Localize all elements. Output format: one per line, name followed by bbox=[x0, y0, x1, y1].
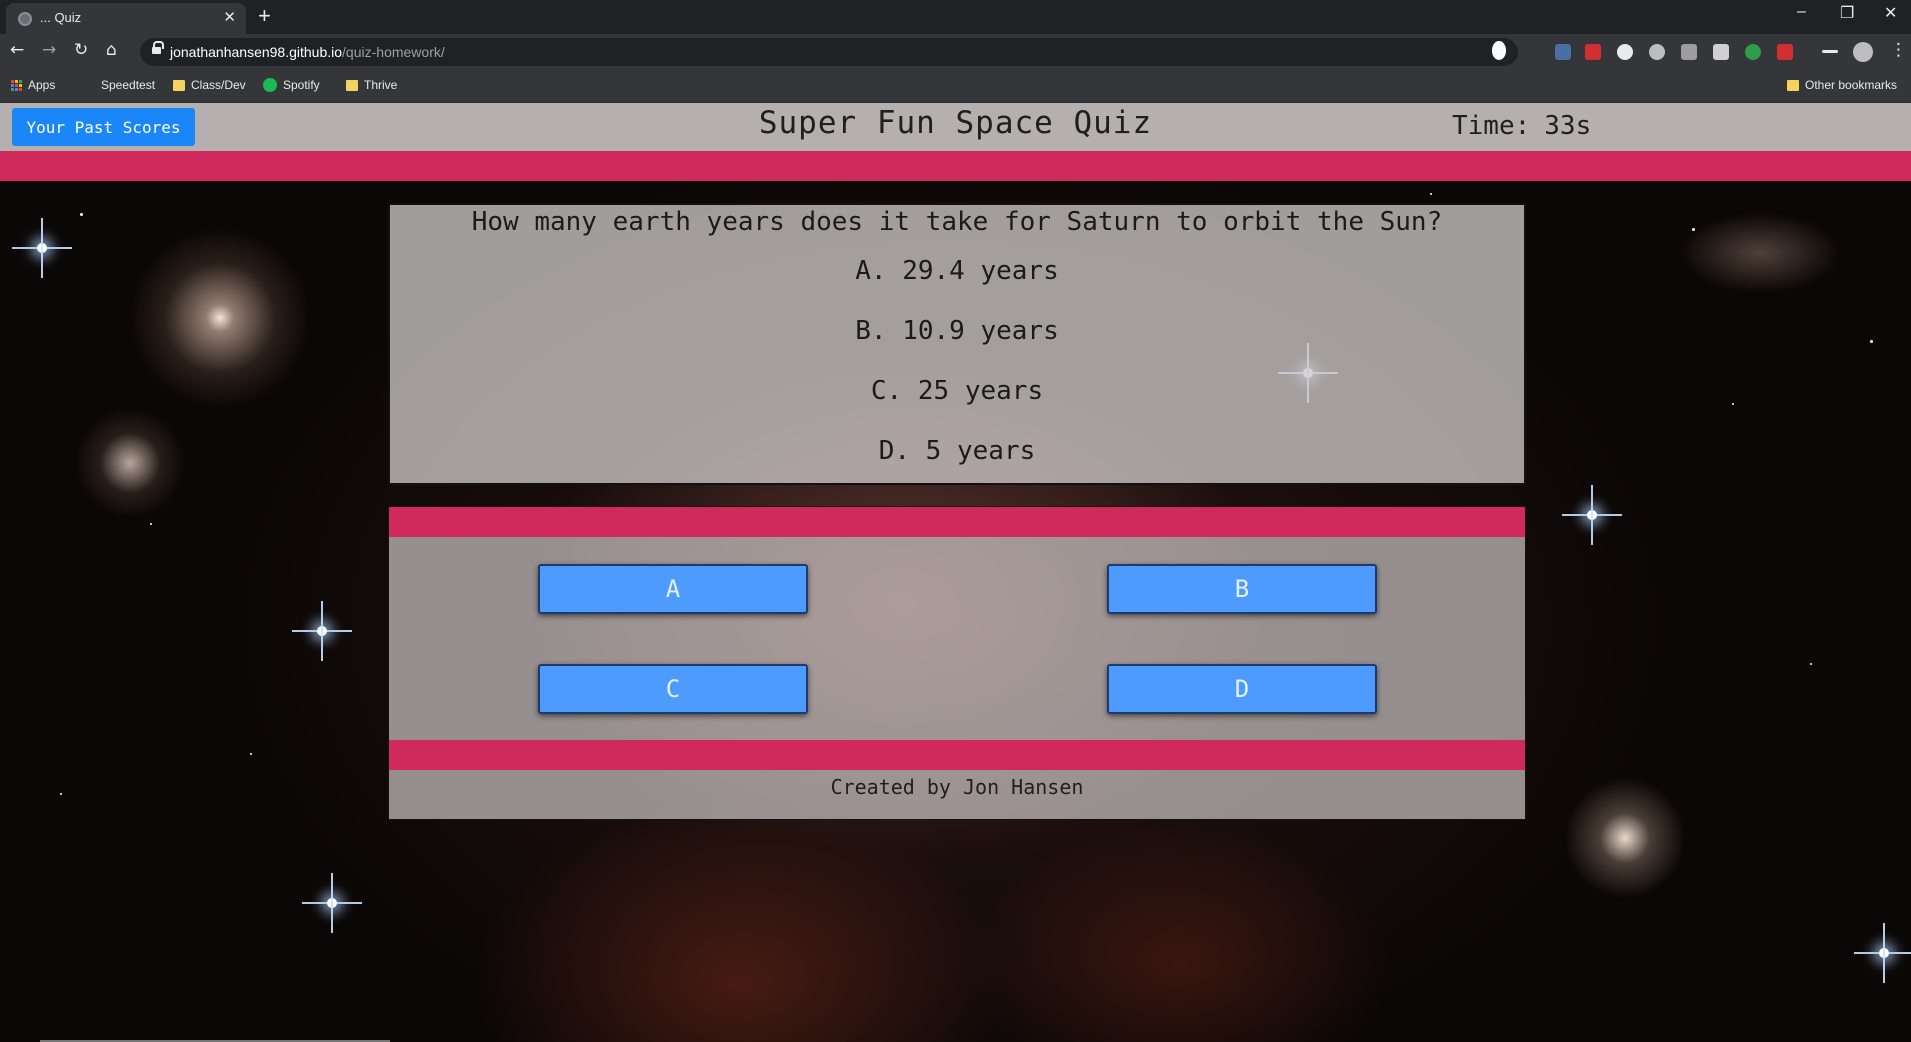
bookmark-class-dev[interactable]: Class/Dev bbox=[173, 78, 246, 92]
star-decoration bbox=[1810, 663, 1812, 665]
media-queue-icon[interactable] bbox=[1822, 50, 1838, 53]
star-decoration bbox=[80, 213, 83, 216]
spotify-icon bbox=[263, 78, 277, 92]
back-icon[interactable]: ← bbox=[10, 40, 24, 60]
question-card: How many earth years does it take for Sa… bbox=[388, 203, 1526, 485]
answer-card: A B C D Created by Jon Hansen bbox=[388, 506, 1526, 820]
restore-icon[interactable]: ❐ bbox=[1840, 3, 1854, 23]
extension-square-icon[interactable] bbox=[1681, 44, 1697, 60]
answer-d-button[interactable]: D bbox=[1107, 664, 1377, 714]
page-background: Your Past Scores Super Fun Space Quiz Ti… bbox=[0, 103, 1911, 1042]
extension-doc-icon[interactable] bbox=[1713, 44, 1729, 60]
browser-tab[interactable]: ... Quiz ✕ bbox=[6, 3, 246, 34]
minimize-icon[interactable]: – bbox=[1797, 3, 1806, 21]
answer-bottom-stripe bbox=[389, 740, 1525, 770]
bookmarks-bar: Apps Speedtest Class/Dev Spotify Thrive … bbox=[0, 70, 1911, 103]
bookmark-speedtest[interactable]: Speedtest bbox=[101, 78, 155, 92]
star-decoration bbox=[250, 753, 252, 755]
browser-tab-strip: ... Quiz ✕ + – ❐ ✕ bbox=[0, 0, 1911, 34]
apps-grid-icon bbox=[11, 79, 22, 91]
extension-green-icon[interactable] bbox=[1745, 44, 1761, 60]
window-close-icon[interactable]: ✕ bbox=[1884, 3, 1897, 23]
star-decoration bbox=[60, 793, 62, 795]
answer-a-button[interactable]: A bbox=[538, 564, 808, 614]
answer-top-stripe bbox=[389, 507, 1525, 537]
choice-d: D. 5 years bbox=[878, 436, 1036, 466]
extension-circle-icon[interactable] bbox=[1617, 44, 1633, 60]
star-decoration bbox=[1692, 228, 1695, 231]
globe-icon bbox=[18, 12, 32, 26]
profile-avatar-icon[interactable] bbox=[1853, 42, 1873, 62]
folder-icon bbox=[1787, 79, 1799, 91]
folder-icon bbox=[173, 79, 185, 91]
forward-icon[interactable]: → bbox=[42, 40, 56, 60]
url-text[interactable]: jonathanhansen98.github.io/quiz-homework… bbox=[170, 44, 445, 60]
question-text: How many earth years does it take for Sa… bbox=[471, 207, 1443, 237]
extension-gear-icon[interactable] bbox=[1649, 44, 1665, 60]
timer-value: 33s bbox=[1544, 111, 1592, 141]
choice-b: B. 10.9 years bbox=[855, 316, 1059, 346]
reload-icon[interactable]: ↻ bbox=[74, 40, 88, 60]
bookmark-spotify[interactable]: Spotify bbox=[263, 78, 320, 92]
star-decoration bbox=[1430, 193, 1432, 195]
bookmark-star-icon[interactable]: ☆ bbox=[1491, 41, 1506, 60]
lock-icon bbox=[152, 41, 164, 56]
tab-title: ... Quiz bbox=[40, 10, 82, 25]
chrome-menu-icon[interactable]: ⋮ bbox=[1890, 40, 1907, 60]
answer-b-button[interactable]: B bbox=[1107, 564, 1377, 614]
folder-icon bbox=[346, 79, 358, 91]
browser-toolbar: ← → ↻ ⌂ jonathanhansen98.github.io/quiz-… bbox=[0, 34, 1911, 70]
bookmark-thrive[interactable]: Thrive bbox=[346, 78, 397, 92]
timer-label: Time: bbox=[1452, 111, 1531, 141]
quiz-header: Your Past Scores Super Fun Space Quiz Ti… bbox=[0, 103, 1911, 151]
address-bar[interactable]: jonathanhansen98.github.io/quiz-homework… bbox=[140, 38, 1518, 66]
adblock-icon[interactable] bbox=[1585, 44, 1601, 60]
bookmark-other[interactable]: Other bookmarks bbox=[1787, 78, 1897, 92]
star-decoration bbox=[1732, 403, 1734, 405]
tab-close-icon[interactable]: ✕ bbox=[223, 8, 236, 26]
new-tab-button[interactable]: + bbox=[258, 3, 271, 29]
star-decoration bbox=[1870, 340, 1873, 343]
extension-red-icon[interactable] bbox=[1777, 44, 1793, 60]
footer-credit: Created by Jon Hansen bbox=[830, 775, 1084, 799]
header-stripe bbox=[0, 151, 1911, 181]
bookmark-apps[interactable]: Apps bbox=[11, 78, 55, 92]
answer-c-button[interactable]: C bbox=[538, 664, 808, 714]
choice-a: A. 29.4 years bbox=[855, 256, 1059, 286]
star-decoration bbox=[150, 523, 152, 525]
home-icon[interactable]: ⌂ bbox=[106, 40, 117, 60]
page-title: Super Fun Space Quiz bbox=[758, 105, 1153, 141]
timer: Time: 33s bbox=[1452, 111, 1591, 141]
choice-c: C. 25 years bbox=[870, 376, 1044, 406]
extension-icon[interactable] bbox=[1555, 44, 1571, 60]
